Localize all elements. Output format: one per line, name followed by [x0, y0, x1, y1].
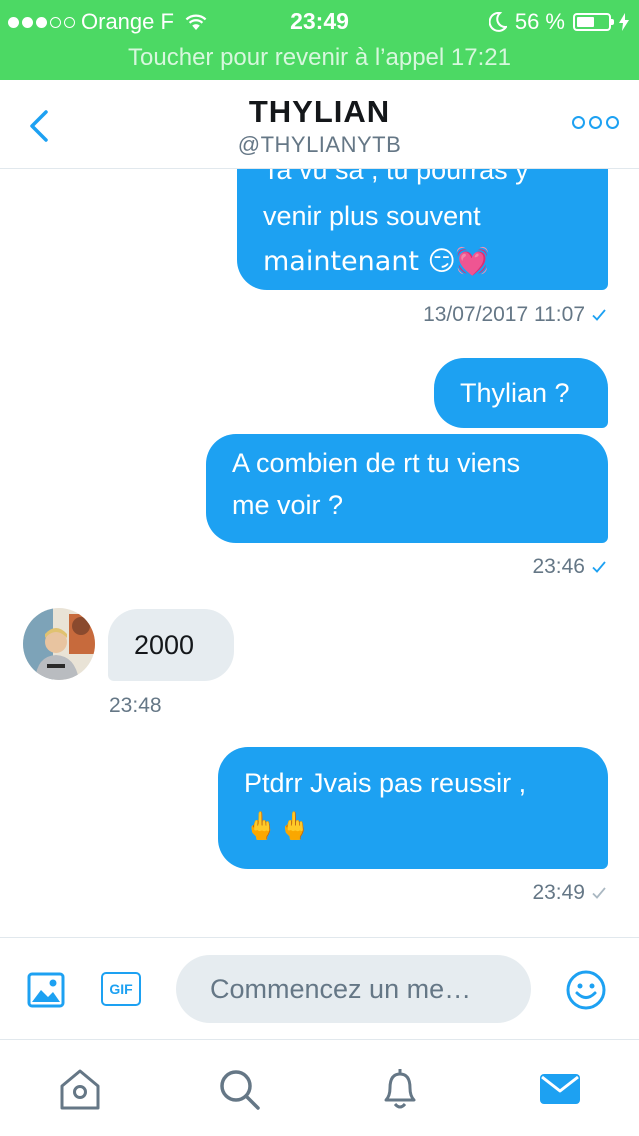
message-line: 🖕🖕 — [244, 811, 312, 842]
incoming-message[interactable]: 2000 — [108, 609, 234, 681]
message-line: me voir ? — [232, 490, 344, 520]
conversation-header: THYLIAN @THYLIANYTB — [0, 80, 639, 169]
gif-button[interactable]: GIF — [101, 972, 141, 1006]
message-line: maintenant 😏💓 — [263, 246, 490, 277]
timestamp-text: 23:48 — [109, 694, 162, 717]
bottom-tab-bar — [0, 1039, 639, 1136]
outgoing-message[interactable]: Thylian ? — [434, 358, 608, 428]
message-input[interactable] — [176, 955, 531, 1023]
contact-name: THYLIAN — [248, 94, 391, 129]
timestamp-text: 23:46 — [532, 555, 585, 578]
message-line: 2000 — [134, 630, 195, 660]
outgoing-message[interactable]: Ta vu sa , tu pourras y venir plus souve… — [237, 169, 608, 290]
notifications-icon[interactable] — [377, 1066, 423, 1112]
message-line: Thylian ? — [460, 378, 570, 408]
more-dot — [606, 116, 619, 129]
moon-icon — [488, 12, 507, 32]
message-line: A combien de rt tu viens — [232, 448, 521, 478]
emoji-icon[interactable] — [565, 969, 607, 1011]
message-timestamp: 13/07/2017 11:07 — [423, 303, 607, 327]
charging-bolt-icon — [619, 13, 629, 31]
battery-icon — [573, 13, 614, 31]
contact-avatar[interactable] — [23, 608, 95, 680]
message-composer: GIF — [0, 937, 639, 1040]
more-dot — [572, 116, 585, 129]
message-line: venir plus souvent — [263, 201, 481, 231]
call-status-bar[interactable]: Orange F 23:49 56 % Toucher pour revenir… — [0, 0, 639, 80]
more-dot — [589, 116, 602, 129]
timestamp-text: 23:49 — [532, 881, 585, 904]
home-icon[interactable] — [57, 1066, 103, 1112]
image-icon[interactable] — [26, 970, 66, 1010]
message-timestamp: 23:48 — [109, 694, 162, 718]
timestamp-text: 13/07/2017 11:07 — [423, 303, 585, 326]
message-timestamp: 23:46 — [532, 555, 607, 579]
return-to-call-banner[interactable]: Toucher pour revenir à l’appel 17:21 — [0, 44, 639, 72]
search-icon[interactable] — [216, 1066, 262, 1112]
messages-icon[interactable] — [537, 1066, 583, 1112]
read-check-icon — [592, 309, 606, 321]
outgoing-message[interactable]: Ptdrr Jvais pas reussir , 🖕🖕 — [218, 747, 608, 869]
outgoing-message[interactable]: A combien de rt tu viens me voir ? — [206, 434, 608, 543]
status-right: 56 % — [488, 9, 629, 35]
message-timestamp: 23:49 — [532, 881, 607, 905]
read-check-icon — [592, 561, 606, 573]
contact-handle: @THYLIANYTB — [237, 132, 402, 157]
sent-check-icon — [592, 887, 606, 899]
message-thread[interactable]: Ta vu sa , tu pourras y venir plus souve… — [0, 169, 639, 937]
more-options-icon[interactable] — [572, 116, 619, 129]
battery-percent: 56 % — [514, 9, 565, 34]
message-line: Ptdrr Jvais pas reussir , — [244, 768, 527, 798]
message-line: Ta vu sa , tu pourras y — [263, 169, 529, 185]
